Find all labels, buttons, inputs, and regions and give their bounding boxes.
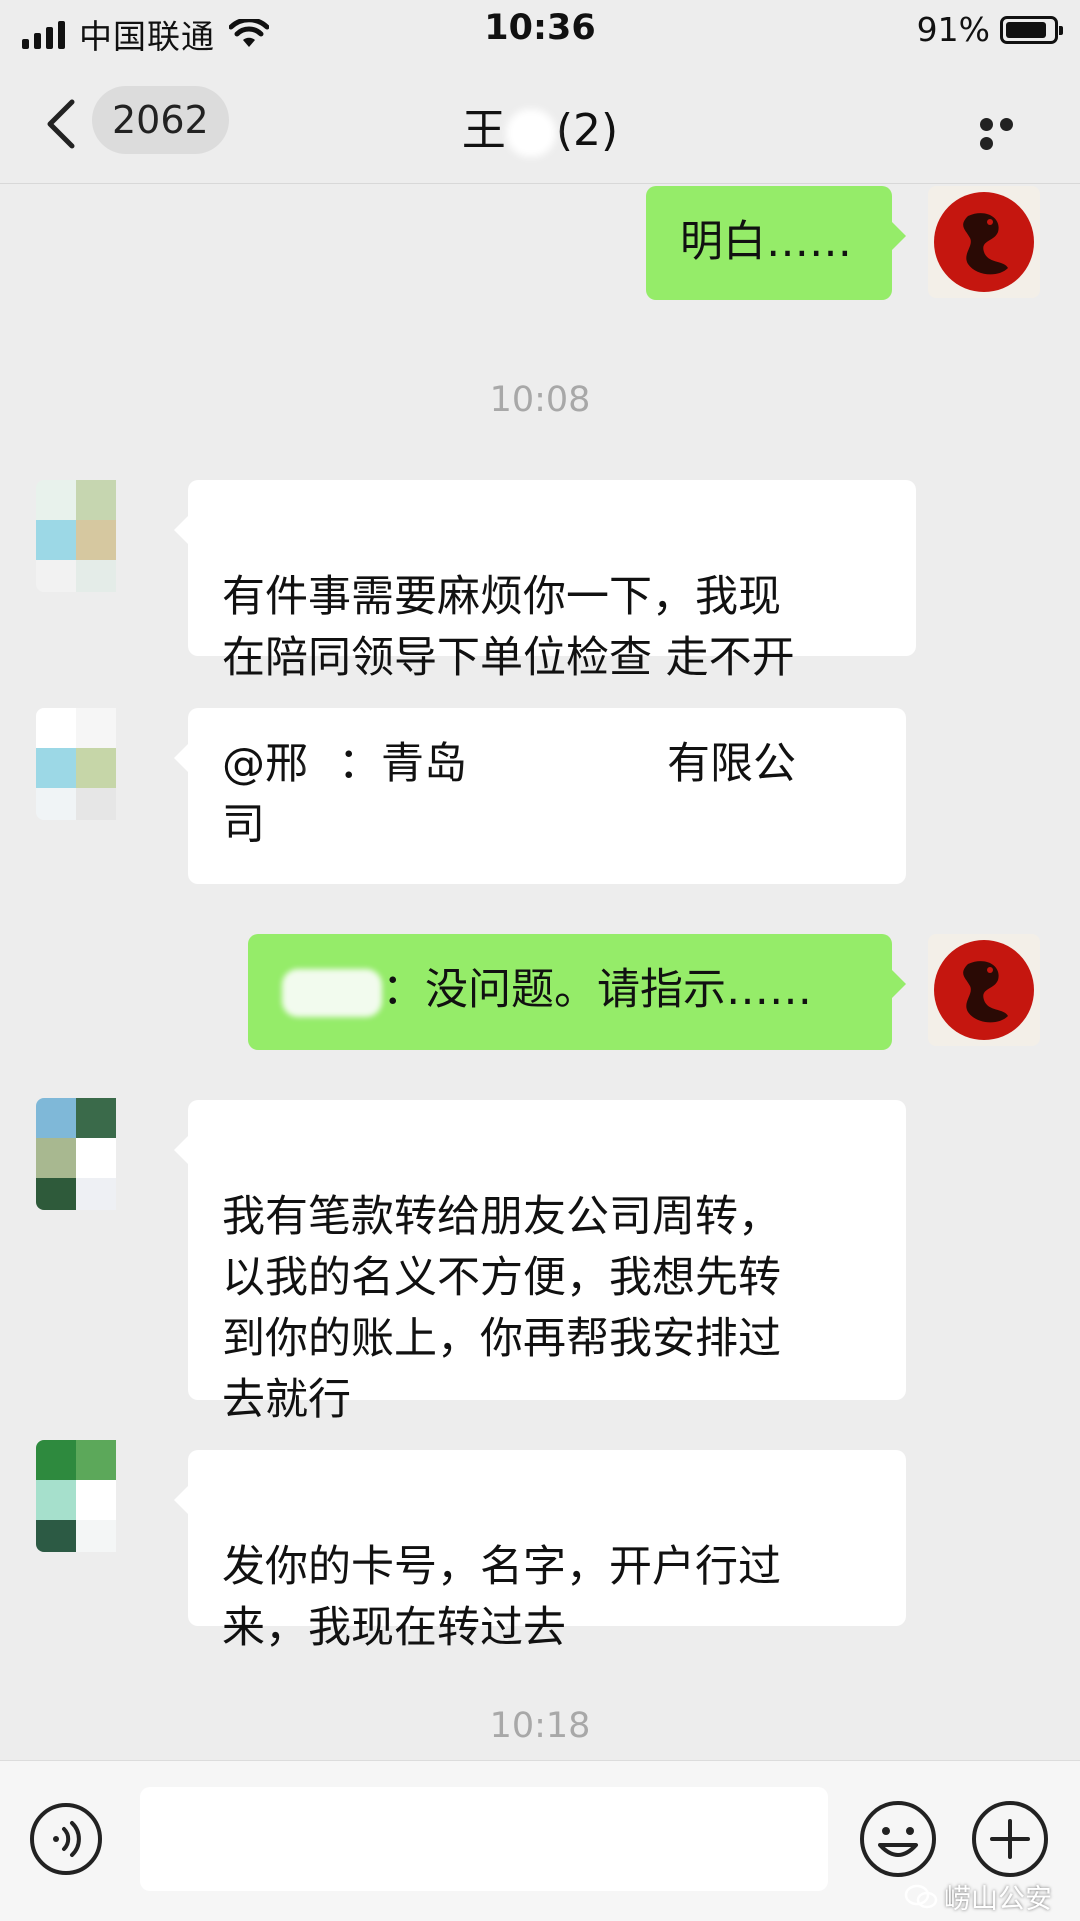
dragon-logo-icon xyxy=(934,192,1034,292)
message-text-part: ：没问题。请指示…… xyxy=(382,965,812,1015)
input-bar: 崂山公安 xyxy=(0,1760,1080,1921)
my-avatar[interactable] xyxy=(928,934,1040,1046)
incoming-message[interactable]: 发你的卡号，名字，开户行过 来，我现在转过去 xyxy=(174,1450,906,1653)
redacted-name xyxy=(505,109,556,157)
redacted-text xyxy=(467,744,667,789)
outgoing-message[interactable]: 明白…… xyxy=(646,186,906,300)
dragon-logo-icon xyxy=(934,940,1034,1040)
avatar-mosaic xyxy=(36,1098,148,1210)
message-text: 明白…… xyxy=(680,217,852,267)
redacted-text xyxy=(308,744,338,789)
more-dots-icon[interactable] xyxy=(980,116,1038,150)
battery-percentage: 91% xyxy=(916,10,990,49)
message-input[interactable] xyxy=(140,1787,828,1891)
timestamp: 10:18 xyxy=(489,1706,591,1746)
timestamp: 10:08 xyxy=(489,380,591,420)
status-right: 91% xyxy=(916,10,1063,49)
voice-icon[interactable] xyxy=(28,1801,104,1877)
sender-avatar-pixelated[interactable] xyxy=(36,1098,148,1210)
incoming-message[interactable]: @邢 ：青岛 有限公 司 xyxy=(174,708,906,884)
sender-avatar-pixelated[interactable] xyxy=(36,480,148,592)
watermark-text: 崂山公安 xyxy=(944,1884,1052,1915)
chat-title-name: 王 xyxy=(461,105,506,156)
mention-prefix: @邢 xyxy=(222,739,308,789)
chat-screen: 中国联通 10:36 91% 2062 王 (2) 明白…… 10:08 有件事… xyxy=(0,0,1080,1921)
source-watermark: 崂山公安 xyxy=(904,1877,1052,1916)
sender-avatar-pixelated[interactable] xyxy=(36,1440,148,1552)
battery-icon xyxy=(1000,15,1063,44)
message-text: 发你的卡号，名字，开户行过 来，我现在转过去 xyxy=(222,1542,781,1653)
chat-title: 王 (2) xyxy=(0,94,1080,158)
message-text: 我有笔款转给朋友公司周转， 以我的名义不方便，我想先转 到你的账上，你再帮我安排… xyxy=(222,1192,781,1425)
chat-header: 2062 王 (2) xyxy=(0,64,1080,184)
incoming-message[interactable]: 有件事需要麻烦你一下，我现 在陪同领导下单位检查 走不开 xyxy=(174,480,916,683)
avatar-mosaic xyxy=(36,1440,148,1552)
redacted-text xyxy=(282,968,382,1017)
message-text: 有件事需要麻烦你一下，我现 在陪同领导下单位检查 走不开 xyxy=(222,572,795,683)
sender-avatar-pixelated[interactable] xyxy=(36,708,148,820)
outgoing-message[interactable]: ：没问题。请指示…… xyxy=(248,934,906,1050)
avatar-mosaic xyxy=(36,708,148,820)
plus-circle-icon[interactable] xyxy=(970,1799,1050,1879)
my-avatar[interactable] xyxy=(928,186,1040,298)
emoji-icon[interactable] xyxy=(858,1799,938,1879)
status-bar: 中国联通 10:36 91% xyxy=(0,0,1080,64)
incoming-message[interactable]: 我有笔款转给朋友公司周转， 以我的名义不方便，我想先转 到你的账上，你再帮我安排… xyxy=(174,1100,906,1425)
avatar-mosaic xyxy=(36,480,148,592)
message-text-part: ：青岛 xyxy=(338,739,467,789)
wechat-channel-icon xyxy=(904,1884,938,1908)
chat-title-count: (2) xyxy=(555,105,619,156)
